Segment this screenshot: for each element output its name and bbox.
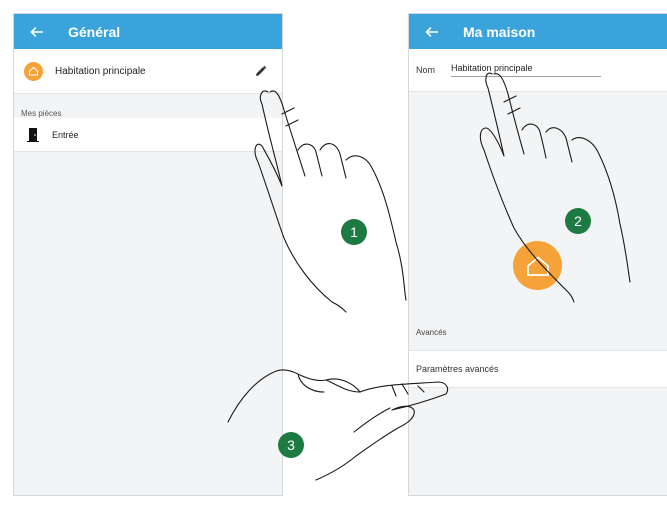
home-row[interactable]: Habitation principale [14, 49, 282, 94]
back-arrow-icon[interactable] [423, 23, 441, 41]
advanced-settings-item[interactable]: Paramètres avancés [409, 350, 667, 388]
app-bar: Ma maison [409, 14, 667, 49]
room-row[interactable]: Entrée [14, 118, 282, 152]
my-home-screen: Ma maison Nom Avancés Paramètres avancés [408, 13, 667, 496]
step-1-badge: 1 [341, 219, 367, 245]
home-name-input[interactable] [451, 63, 601, 77]
name-field-row: Nom [409, 49, 667, 92]
step-3-badge: 3 [278, 432, 304, 458]
home-icon [24, 61, 43, 81]
step-2-badge: 2 [565, 208, 591, 234]
name-field-label: Nom [416, 65, 436, 75]
page-title: Général [68, 23, 121, 40]
back-arrow-icon[interactable] [28, 23, 46, 41]
advanced-settings-label: Paramètres avancés [416, 364, 499, 374]
general-screen: Général Habitation principale Mes pièces… [13, 13, 283, 496]
home-avatar-icon[interactable] [513, 241, 562, 290]
edit-pencil-icon[interactable] [250, 61, 270, 81]
page-title: Ma maison [463, 23, 536, 40]
home-name: Habitation principale [55, 65, 146, 77]
rooms-section-label: Mes pièces [21, 109, 62, 118]
room-label: Entrée [52, 129, 79, 140]
advanced-section-label: Avancés [416, 328, 447, 337]
app-bar: Général [14, 14, 282, 49]
door-icon [27, 128, 39, 142]
